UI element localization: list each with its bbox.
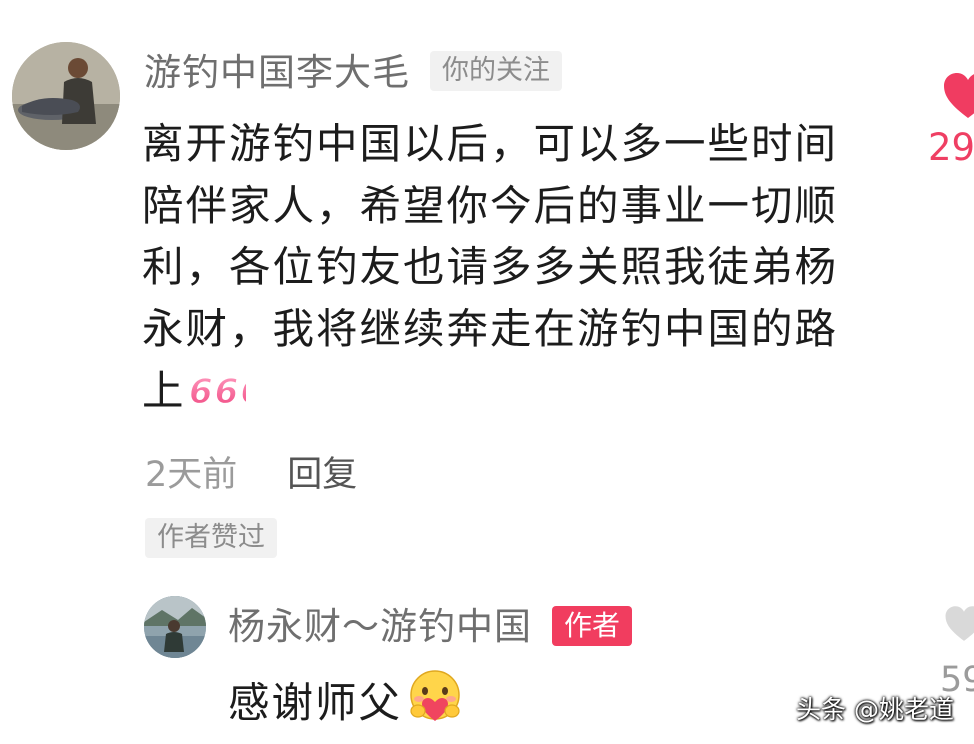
follow-badge: 你的关注 [430,51,562,91]
hug-emoji-icon [406,669,464,739]
author-badge: 作者 [552,606,633,646]
username[interactable]: 杨永财～游钓中国 [228,604,532,650]
like-button[interactable]: 29 [920,70,974,180]
comment-meta: 2天前 回复 [145,452,357,498]
reply-button[interactable]: 回复 [287,455,357,495]
username[interactable]: 游钓中国李大毛 [144,50,410,96]
comment-body: 离开游钓中国以后，可以多一些时间陪伴家人，希望你今后的事业一切顺利，各位钓友也请… [142,113,877,426]
author-liked-badge: 作者赞过 [145,518,277,558]
avatar[interactable] [12,42,120,150]
timestamp: 2天前 [145,455,238,495]
avatar-photo [144,596,206,658]
watermark: 头条 @姚老道 [796,695,954,724]
heart-icon [945,606,974,641]
avatar[interactable] [144,596,206,658]
comment-text: 离开游钓中国以后，可以多一些时间陪伴家人，希望你今后的事业一切顺利，各位钓友也请… [142,119,839,415]
like-count: 29 [928,126,974,169]
emoji-666-icon: 666 [188,364,264,426]
svg-text:666: 666 [189,372,246,409]
reply-text: 感谢师父 [228,678,403,727]
comment-thread: 游钓中国李大毛 你的关注 离开游钓中国以后，可以多一些时间陪伴家人，希望你今后的… [0,0,974,744]
avatar-photo [12,42,120,150]
heart-icon [944,73,974,118]
reply-body: 感谢师父 [228,669,464,739]
